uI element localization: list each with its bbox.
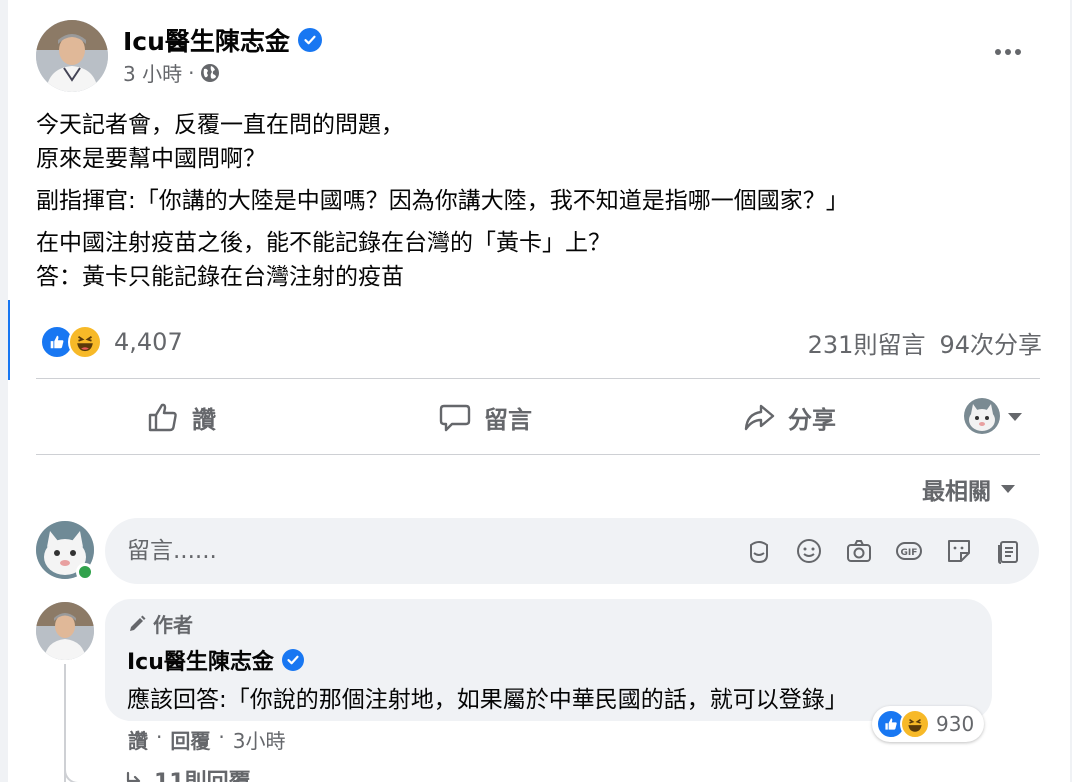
sticker-icon[interactable] [945,537,973,565]
comment-count[interactable]: 231則留言 [808,325,926,360]
speech-bubble-icon [439,404,471,432]
view-replies-button[interactable]: 11則回覆 [124,764,251,782]
post-line: 答：黃卡只能記錄在台灣注射的疫苗 [36,264,404,290]
replies-label: 11則回覆 [154,764,251,782]
svg-text:GIF: GIF [901,548,918,558]
action-separator: · [156,725,163,749]
verified-badge-icon [281,649,304,671]
commenter-avatar[interactable] [36,602,94,660]
comment-reaction-count: 930 [936,712,975,736]
share-count[interactable]: 94次分享 [939,325,1042,360]
like-label: 讚 [192,405,216,434]
engagement-stats: 231則留言 94次分享 [808,325,1042,360]
like-button[interactable]: 讚 [146,396,216,438]
verified-badge-icon [297,28,322,52]
comment-like-button[interactable]: 讚 [128,725,148,754]
comment-sort-dropdown[interactable]: 最相關 [922,472,1015,506]
author-badge: 作者 [127,609,970,638]
gif-icon[interactable]: GIF [895,537,923,565]
comment-composer[interactable]: GIF [105,518,1039,584]
comment-time[interactable]: 3小時 [233,725,286,754]
pencil-icon [130,615,146,631]
author-avatar[interactable] [36,20,108,92]
divider-bottom [36,454,1040,455]
post-paragraph-3: 在中國注射疫苗之後，能不能記錄在台灣的「黃卡」上？ 答：黃卡只能記錄在台灣注射的… [36,226,1036,294]
post-paragraph-1: 今天記者會，反覆一直在問的問題， 原來是要幫中國問啊？ [36,108,1036,176]
post-line: 在中國注射疫苗之後，能不能記錄在台灣的「黃卡」上？ [36,230,611,256]
online-status-indicator [76,563,94,581]
comment-author[interactable]: Icu醫生陳志金 [127,644,970,676]
share-as-avatar[interactable] [964,398,1000,434]
reply-arrow-icon [126,771,141,782]
post-line: 今天記者會，反覆一直在問的問題， [36,112,404,138]
thread-connector [64,760,104,782]
author-photo [36,602,94,660]
author-photo [36,20,108,92]
camera-icon[interactable] [845,537,873,565]
chevron-down-icon [1001,485,1015,493]
note-icon[interactable] [995,537,1023,565]
post-line: 原來是要幫中國問啊？ [36,146,266,172]
sort-label: 最相關 [922,479,991,505]
avatar-sticker-icon[interactable] [745,537,773,565]
share-label: 分享 [788,405,836,434]
meta-separator: · [188,60,195,85]
haha-reaction-icon[interactable] [68,325,102,359]
action-separator: · [218,725,225,749]
globe-icon [201,63,220,82]
reaction-count[interactable]: 4,407 [114,328,183,356]
cat-photo [964,398,1000,434]
emoji-icon[interactable] [795,537,823,565]
comment-actions: 讚 · 回覆 · 3小時 [128,725,285,754]
comment-reactions[interactable]: 930 [872,706,985,742]
post-text: 今天記者會，反覆一直在問的問題， 原來是要幫中國問啊？ 副指揮官:「你講的大陸是… [36,108,1036,302]
comment-input[interactable] [127,538,707,564]
comment-reply-button[interactable]: 回覆 [170,725,210,754]
more-options-icon[interactable] [990,38,1026,66]
comment-button[interactable]: 留言 [438,396,532,438]
haha-reaction-icon [900,709,930,739]
focus-indicator [8,300,10,380]
share-audience-caret-icon[interactable] [1008,413,1022,421]
post-paragraph-2: 副指揮官:「你講的大陸是中國嗎？因為你講大陸，我不知道是指哪一個國家？」 [36,184,1036,218]
post-author[interactable]: Icu醫生陳志金 [123,22,322,58]
post-meta: 3 小時 · [123,58,220,87]
reactions-summary: 4,407 231則留言 94次分享 [40,322,1042,362]
share-button[interactable]: 分享 [742,396,836,438]
comment-text: 應該回答:「你說的那個注射地，如果屬於中華民國的話，就可以登錄」 [127,687,848,713]
comment-label: 留言 [484,405,532,434]
post-time[interactable]: 3 小時 [123,58,182,87]
comment-bubble: 作者 Icu醫生陳志金 應該回答:「你說的那個注射地，如果屬於中華民國的話，就可… [105,599,992,721]
composer-tools: GIF [745,537,1023,565]
post-line: 副指揮官:「你講的大陸是中國嗎？因為你講大陸，我不知道是指哪一個國家？」 [36,188,849,214]
share-arrow-icon [744,404,775,431]
thumbs-up-icon [148,403,177,432]
divider-top [36,378,1040,379]
author-badge-label: 作者 [153,613,193,637]
post-author-name[interactable]: Icu醫生陳志金 [123,22,290,58]
comment-author-name[interactable]: Icu醫生陳志金 [127,644,274,676]
